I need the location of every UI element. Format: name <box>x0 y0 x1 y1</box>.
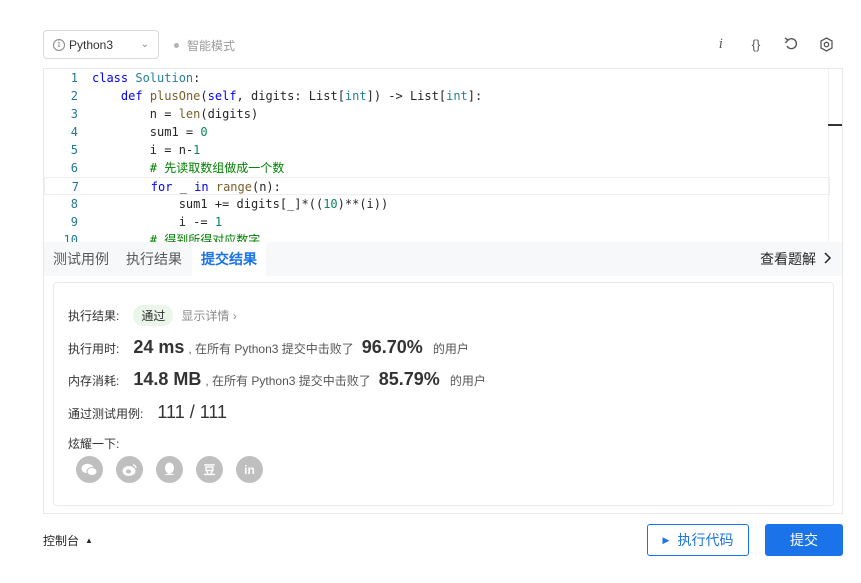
runtime-row: 执行用时: 24 ms , 在所有 Python3 提交中击败了 96.70% … <box>68 337 469 358</box>
code-text: sum1 += digits[_]*((10)**(i)) <box>92 197 389 211</box>
language-select[interactable]: i Python3 ⌄ <box>43 30 159 59</box>
run-code-button[interactable]: ▶ 执行代码 <box>647 524 749 556</box>
line-number: 4 <box>70 125 78 139</box>
memory-value: 14.8 MB <box>133 369 202 389</box>
qq-icon[interactable] <box>156 456 183 483</box>
status-badge: 通过 <box>133 305 174 326</box>
undo-icon[interactable] <box>782 34 800 54</box>
line-number: 3 <box>70 107 78 121</box>
code-line[interactable]: 8 sum1 += digits[_]*((10)**(i)) <box>44 195 830 213</box>
code-line[interactable]: 7 for _ in range(n): <box>44 177 830 195</box>
code-editor[interactable]: 1 class Solution: 2 def plusOne(self, digi… <box>43 68 843 243</box>
toolbar-icons: i {} <box>712 34 835 54</box>
memory-text: , 在所有 Python3 提交中击败了 <box>205 374 371 388</box>
runtime-label: 执行用时: <box>68 342 120 356</box>
view-solution-link[interactable]: 查看题解 <box>760 242 832 276</box>
braces-icon[interactable]: {} <box>747 34 765 54</box>
show-details-link[interactable]: 显示详情 › <box>181 307 236 324</box>
line-number: 9 <box>70 215 78 229</box>
smart-mode-toggle[interactable]: 智能模式 <box>174 37 235 54</box>
share-row: 炫耀一下: <box>68 435 119 452</box>
chevron-down-icon: ⌄ <box>140 39 149 50</box>
code-text: # 先读取数组做成一个数 <box>149 161 285 175</box>
info-italic-icon[interactable]: i <box>712 34 730 54</box>
memory-suffix: 的用户 <box>449 374 486 388</box>
code-line[interactable]: 2 def plusOne(self, digits: List[int]) -… <box>44 87 830 105</box>
info-icon: i <box>53 38 65 51</box>
wechat-icon[interactable] <box>76 456 103 483</box>
line-number: 5 <box>70 143 78 157</box>
tab-submit-result[interactable]: 提交结果 <box>192 242 266 276</box>
code-text: class Solution: <box>92 71 201 85</box>
runtime-text: , 在所有 Python3 提交中击败了 <box>188 342 354 356</box>
editor-toolbar: i Python3 ⌄ 智能模式 i {} <box>43 30 843 59</box>
submission-result-card: 执行结果: 通过 显示详情 › 执行用时: 24 ms , 在所有 Python… <box>53 282 834 506</box>
code-line[interactable]: 4 sum1 = 0 <box>44 123 830 141</box>
testcases-value: 111 / 111 <box>157 402 228 422</box>
line-number: 6 <box>70 161 78 175</box>
line-number: 1 <box>70 71 78 85</box>
result-tabs: 测试用例 执行结果 提交结果 查看题解 <box>43 242 843 276</box>
code-text: def plusOne(self, digits: List[int]) -> … <box>120 89 483 103</box>
caret-up-icon: ▲ <box>85 536 93 545</box>
settings-icon[interactable] <box>817 34 835 54</box>
share-label: 炫耀一下: <box>68 437 120 451</box>
runtime-suffix: 的用户 <box>432 342 469 356</box>
code-line[interactable]: 3 n = len(digits) <box>44 105 830 123</box>
weibo-icon[interactable] <box>116 456 143 483</box>
result-panel: 执行结果: 通过 显示详情 › 执行用时: 24 ms , 在所有 Python… <box>43 276 843 514</box>
code-text: i = n-1 <box>92 143 201 157</box>
mode-status-dot <box>174 43 179 48</box>
douban-icon[interactable]: 豆 <box>196 456 223 483</box>
code-line[interactable]: 5 i = n-1 <box>44 141 830 159</box>
testcases-label: 通过测试用例: <box>68 407 144 421</box>
run-code-label: 执行代码 <box>677 532 734 548</box>
code-line[interactable]: 6 # 先读取数组做成一个数 <box>44 159 830 177</box>
testcases-row: 通过测试用例: 111 / 111 <box>68 402 227 423</box>
status-label: 执行结果: <box>68 309 120 323</box>
tab-run-result[interactable]: 执行结果 <box>126 242 182 276</box>
linkedin-icon[interactable]: in <box>236 456 263 483</box>
line-number: 8 <box>70 197 78 211</box>
console-toggle[interactable]: 控制台 ▲ <box>43 532 93 549</box>
code-line[interactable]: 1 class Solution: <box>44 69 830 87</box>
code-text: i -= 1 <box>92 215 223 229</box>
scroll-cursor-marker <box>828 124 842 126</box>
share-icons: 豆 in <box>76 456 263 483</box>
line-number: 7 <box>71 180 79 194</box>
submit-button[interactable]: 提交 <box>765 524 843 556</box>
runtime-value: 24 ms <box>133 337 185 357</box>
line-number: 2 <box>70 89 78 103</box>
editor-scrollbar[interactable] <box>828 69 842 243</box>
runtime-percentile: 96.70% <box>361 337 423 357</box>
memory-percentile: 85.79% <box>378 369 440 389</box>
code-text: sum1 = 0 <box>92 125 208 139</box>
code-line[interactable]: 9 i -= 1 <box>44 213 830 231</box>
console-label: 控制台 <box>43 534 80 548</box>
show-details-label: 显示详情 <box>181 309 230 323</box>
view-solution-label: 查看题解 <box>760 251 816 267</box>
code-text: n = len(digits) <box>92 107 259 121</box>
language-label: Python3 <box>69 37 114 52</box>
play-icon: ▶ <box>662 534 670 545</box>
code-text: for _ in range(n): <box>150 180 281 194</box>
chevron-right-icon <box>824 242 832 276</box>
tab-test-case[interactable]: 测试用例 <box>53 242 109 276</box>
memory-row: 内存消耗: 14.8 MB , 在所有 Python3 提交中击败了 85.79… <box>68 369 486 390</box>
mode-label: 智能模式 <box>187 39 236 53</box>
memory-label: 内存消耗: <box>68 374 120 388</box>
status-row: 执行结果: 通过 显示详情 › <box>68 305 237 326</box>
